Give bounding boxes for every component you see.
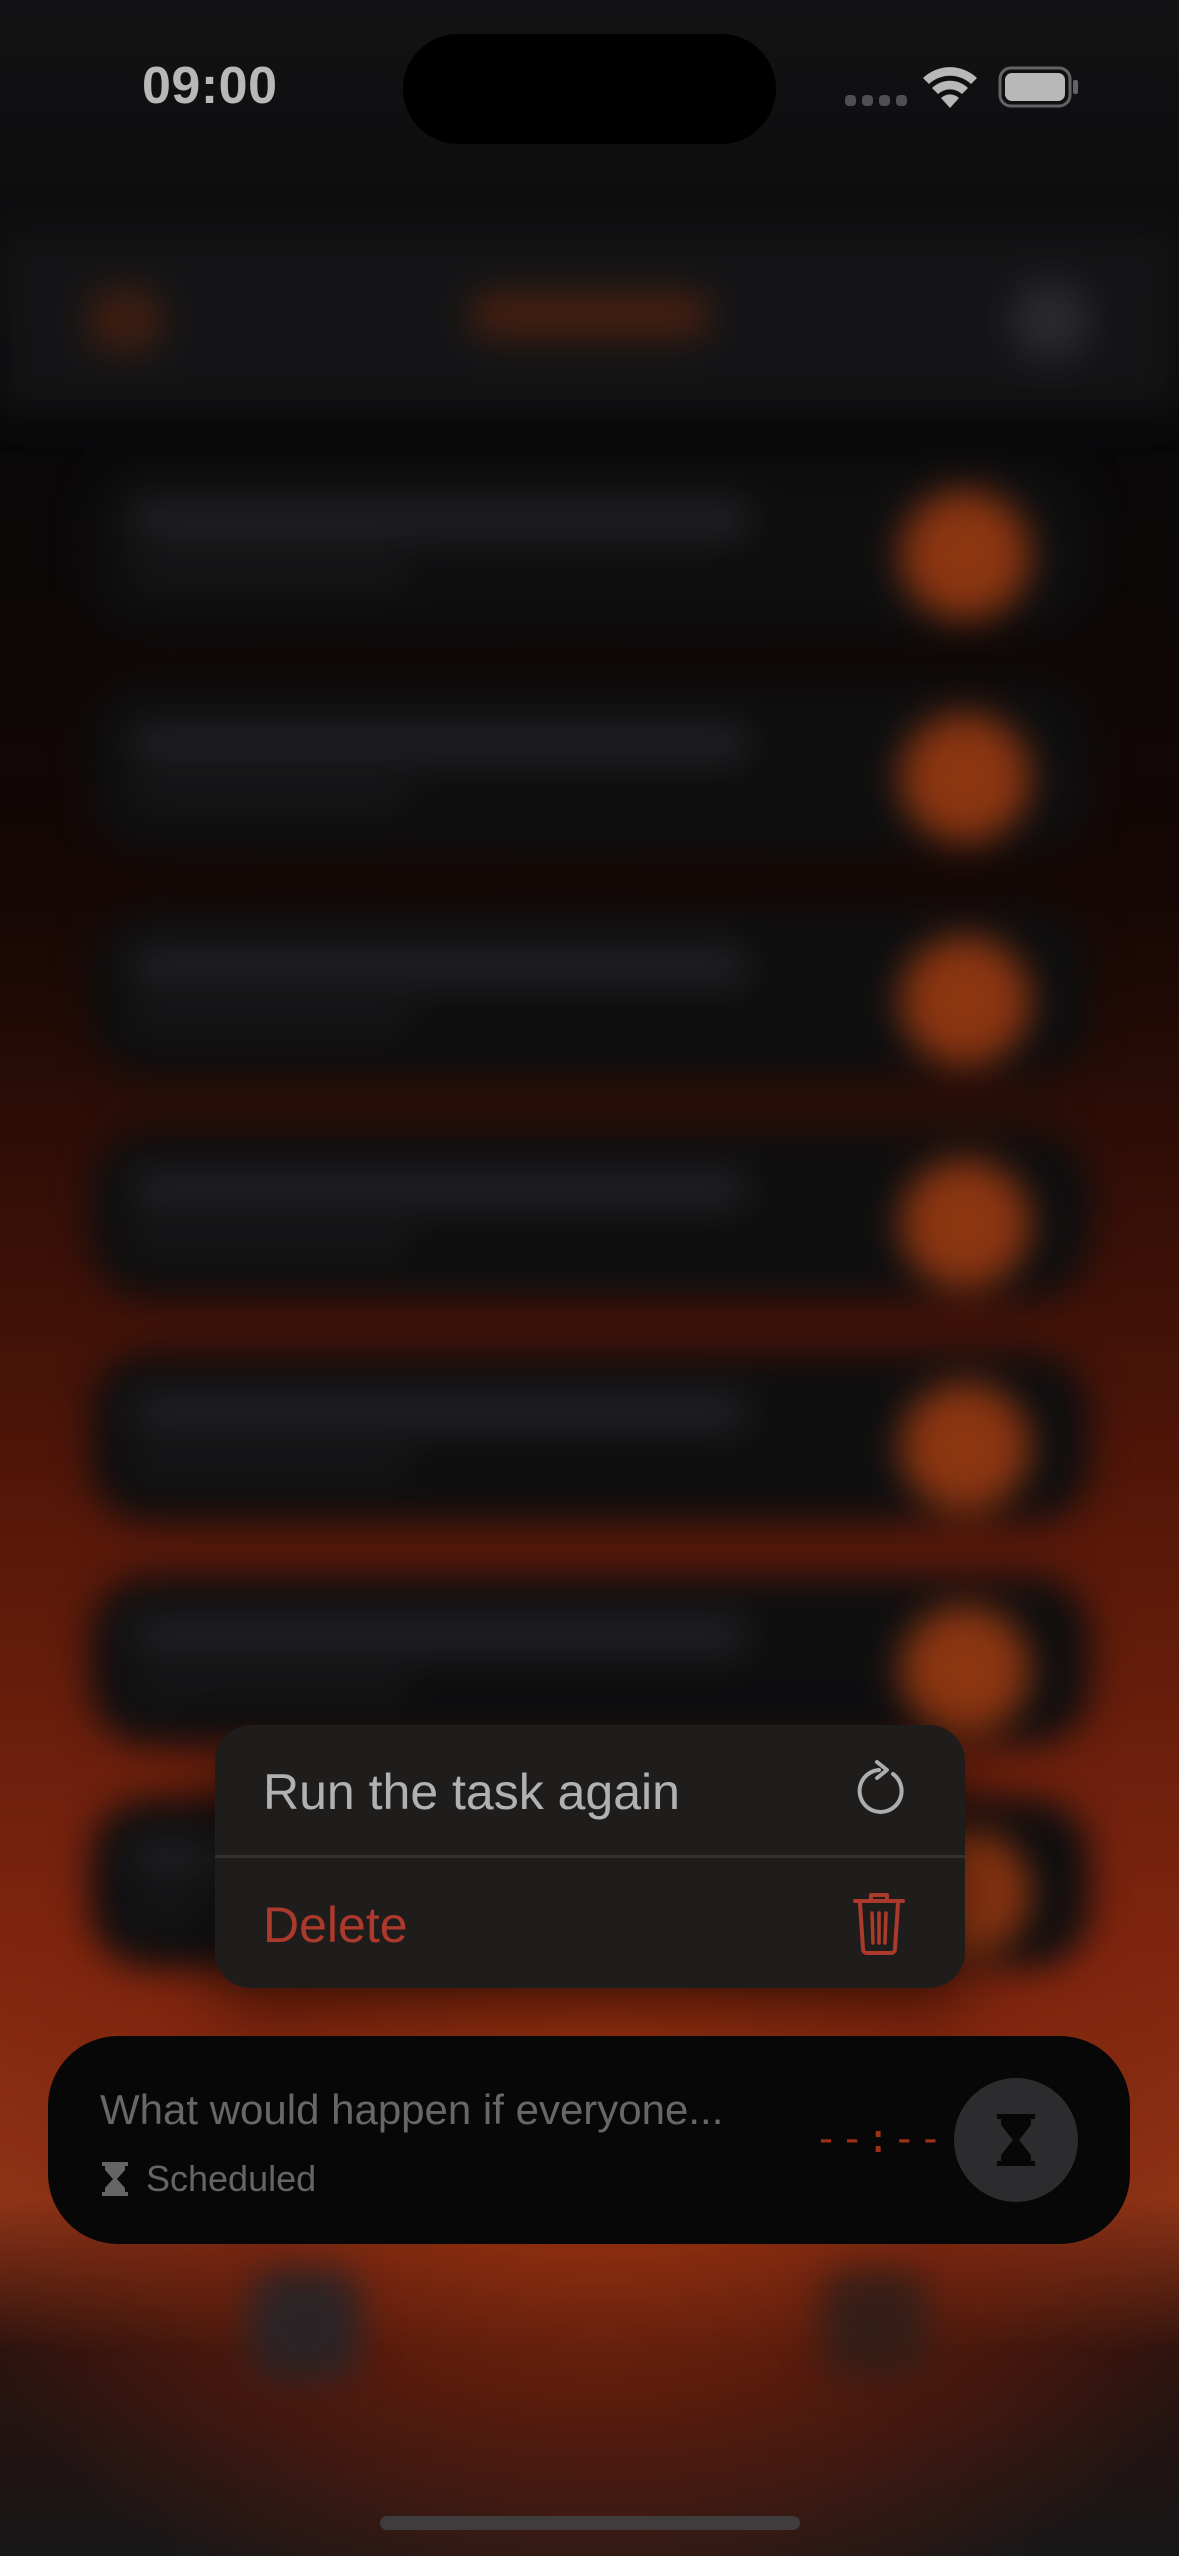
task-status: Scheduled [100,2158,316,2200]
blurred-list-item [90,1129,1090,1299]
wifi-icon [923,67,977,108]
menu-item-label: Delete [263,1897,408,1953]
blurred-back-control [90,290,160,350]
blurred-list-item [90,460,1090,630]
status-bar-time: 09:00 [142,57,278,115]
blurred-header-title [470,295,710,335]
blurred-list-item [90,683,1090,853]
blurred-list-item [90,1575,1090,1745]
task-card[interactable]: What would happen if everyone... Schedul… [48,2036,1130,2244]
menu-item-label: Run the task again [263,1764,680,1820]
cellular-signal-icon [845,95,907,107]
hourglass-icon [997,2114,1035,2166]
task-status-label: Scheduled [146,2158,317,2199]
task-title: What would happen if everyone... [100,2086,724,2133]
run-task-again-menu-item[interactable]: Run the task again [215,1725,965,1855]
dynamic-island [403,34,776,144]
hourglass-icon [102,2162,128,2196]
task-action-button[interactable] [954,2078,1078,2202]
screen: 09:00 Run the task again Delete What wou… [0,0,1179,2556]
blurred-header-avatar [1010,280,1090,360]
blurred-list-item [90,906,1090,1076]
blurred-list-item [90,1352,1090,1522]
delete-menu-item[interactable]: Delete [215,1858,965,1988]
trash-icon [853,1893,905,1955]
task-timer: --:-- [814,2116,945,2162]
home-indicator[interactable] [380,2516,800,2530]
context-menu: Run the task again Delete [215,1725,965,1988]
blurred-tab-item [250,2270,360,2380]
battery-icon [998,66,1078,108]
refresh-icon [857,1760,904,1814]
blurred-tab-item [820,2270,930,2380]
